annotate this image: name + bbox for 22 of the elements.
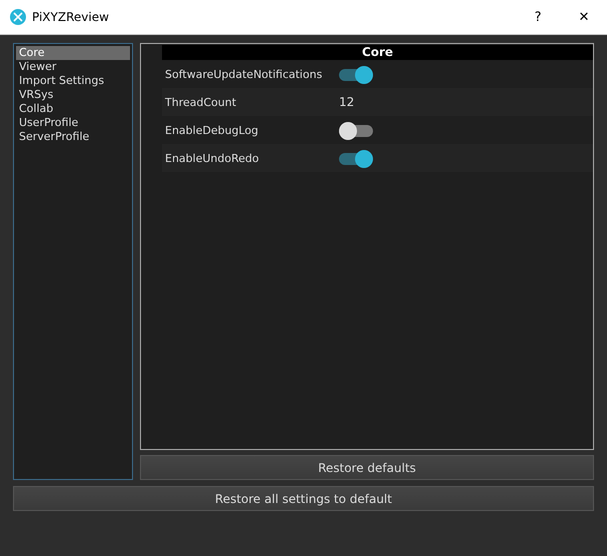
setting-name: ThreadCount xyxy=(165,96,238,108)
category-item[interactable]: VRSys xyxy=(16,88,130,102)
toggle-switch[interactable] xyxy=(339,151,373,165)
restore-all-button[interactable]: Restore all settings to default xyxy=(13,486,594,511)
restore-defaults-button[interactable]: Restore defaults xyxy=(140,455,594,480)
toggle-switch[interactable] xyxy=(339,67,373,81)
setting-name: EnableDebugLog xyxy=(165,124,260,136)
setting-name: EnableUndoRedo xyxy=(165,152,260,164)
close-button[interactable]: ✕ xyxy=(561,0,607,34)
category-item[interactable]: UserProfile xyxy=(16,116,130,130)
toggle-switch[interactable] xyxy=(339,123,373,137)
help-button[interactable]: ? xyxy=(515,0,561,34)
setting-name: SoftwareUpdateNotifications xyxy=(165,68,324,80)
app-logo-icon xyxy=(10,9,26,25)
category-item[interactable]: Core xyxy=(16,46,130,60)
window-title: PiXYZReview xyxy=(32,10,110,24)
category-item[interactable]: ServerProfile xyxy=(16,130,130,144)
category-item[interactable]: Viewer xyxy=(16,60,130,74)
category-item[interactable]: Collab xyxy=(16,102,130,116)
category-item[interactable]: Import Settings xyxy=(16,74,130,88)
section-header: Core xyxy=(162,45,593,60)
setting-value: 12 xyxy=(339,95,354,109)
